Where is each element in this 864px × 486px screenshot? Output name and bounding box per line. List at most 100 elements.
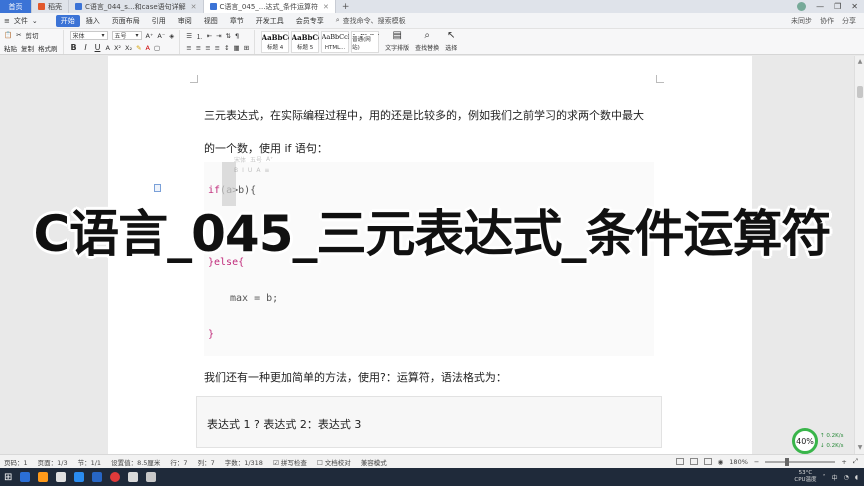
file-menu[interactable]: ≡ 文件 ⌄	[4, 16, 38, 26]
windows-start-icon[interactable]: ⊞	[4, 472, 12, 483]
volume-icon[interactable]: ◖	[855, 474, 858, 481]
share-button[interactable]: 分享	[842, 16, 856, 26]
font-name-select[interactable]: 宋体 ▾	[69, 31, 108, 40]
menu-item-member[interactable]: 会员专享	[290, 16, 330, 26]
underline-icon[interactable]: U	[94, 43, 102, 52]
cut-button[interactable]: 剪切	[26, 30, 39, 40]
align-icon[interactable]: ≡	[264, 167, 269, 174]
app-icon[interactable]	[146, 472, 157, 482]
highlight-icon[interactable]: ✎	[136, 44, 141, 52]
numbered-list-icon[interactable]: ⒈	[196, 31, 203, 41]
copy-button[interactable]: 复制	[21, 43, 34, 53]
avatar[interactable]	[797, 2, 807, 11]
underline-icon[interactable]: U	[248, 167, 252, 174]
zoom-slider[interactable]	[765, 457, 836, 466]
increase-indent-icon[interactable]: ⇥	[216, 32, 221, 40]
outline-view-icon[interactable]	[689, 458, 698, 465]
font-color-icon[interactable]: A	[256, 167, 260, 174]
style-heading4[interactable]: AaBbCcDc 标题 4	[261, 30, 290, 53]
menu-item-insert[interactable]: 插入	[80, 16, 106, 26]
grow-font-icon[interactable]: A⁺	[146, 32, 154, 40]
eye-icon[interactable]: ◉	[718, 458, 724, 466]
app-icon[interactable]	[56, 472, 67, 482]
tab-doc-044[interactable]: C语言_044_s...和case语句详解 ✕	[69, 0, 204, 13]
font-color-icon[interactable]: A	[106, 44, 110, 52]
bold-icon[interactable]: B	[234, 167, 238, 174]
show-marks-icon[interactable]: ¶	[235, 32, 239, 40]
style-normal-web[interactable]: AaBbCcD 普通(网站)	[351, 30, 380, 53]
network-speed-widget[interactable]: 40% ↑ 0.2K/s ↓ 0.2K/s	[792, 428, 852, 454]
menu-item-view[interactable]: 视图	[198, 16, 224, 26]
style-html[interactable]: AaBbCcDc HTML...	[321, 30, 350, 53]
bold-icon[interactable]: B	[70, 43, 78, 52]
menu-item-developer[interactable]: 开发工具	[250, 16, 290, 26]
clear-format-icon[interactable]: ◈	[169, 32, 174, 40]
borders-icon[interactable]: ⊞	[244, 44, 249, 52]
restore-button[interactable]: ❐	[834, 2, 841, 11]
select-button[interactable]: ↖ 选择	[445, 31, 457, 53]
style-heading5[interactable]: AaBbCc 标题 5	[291, 30, 320, 53]
mini-font-size[interactable]: 五号	[250, 155, 262, 164]
network-icon[interactable]: ◔	[844, 474, 849, 481]
subscript-icon[interactable]: X₂	[125, 44, 132, 52]
app-icon[interactable]	[128, 472, 139, 482]
close-icon[interactable]: ✕	[323, 3, 329, 11]
italic-icon[interactable]: I	[242, 167, 244, 174]
floating-mini-toolbar[interactable]: 宋体 五号 A⁺ B I U A ≡	[234, 154, 384, 176]
font-size-select[interactable]: 五号 ▾	[111, 31, 142, 40]
grow-font-icon[interactable]: A⁺	[266, 156, 273, 163]
cpu-temp-widget[interactable]: 53°C CPU温度	[794, 470, 816, 484]
menu-item-start[interactable]: 开始	[55, 14, 80, 27]
text-color-icon[interactable]: A	[146, 44, 150, 52]
bullet-list-icon[interactable]: ☰	[186, 32, 192, 40]
minimize-button[interactable]: —	[816, 2, 824, 11]
align-right-icon[interactable]: ≡	[205, 44, 210, 52]
zoom-out-icon[interactable]: −	[754, 458, 759, 466]
shading-icon[interactable]: ▦	[234, 44, 240, 52]
menu-item-layout[interactable]: 页面布局	[106, 16, 146, 26]
tab-home[interactable]: 首页	[0, 0, 32, 13]
menu-item-chapter[interactable]: 章节	[224, 16, 250, 26]
web-view-icon[interactable]	[703, 458, 712, 465]
decrease-indent-icon[interactable]: ⇤	[207, 32, 212, 40]
zoom-knob[interactable]	[785, 457, 790, 466]
new-tab-button[interactable]: +	[336, 0, 356, 13]
chevron-up-icon[interactable]: ˄	[823, 474, 826, 481]
command-search[interactable]: ⌕ 查找命令、搜索模板	[330, 15, 412, 27]
align-center-icon[interactable]: ≡	[196, 44, 201, 52]
record-icon[interactable]	[110, 472, 121, 482]
menu-item-review[interactable]: 审阅	[172, 16, 198, 26]
tab-daoke[interactable]: 稻壳	[32, 0, 69, 13]
zoom-in-icon[interactable]: +	[841, 458, 846, 466]
app-icon[interactable]	[38, 472, 49, 482]
scroll-thumb[interactable]	[857, 86, 863, 98]
app-icon[interactable]	[20, 472, 31, 482]
shrink-font-icon[interactable]: A⁻	[157, 32, 165, 40]
line-spacing-icon[interactable]: ↕	[224, 44, 229, 52]
menu-item-references[interactable]: 引用	[146, 16, 172, 26]
collaborate-button[interactable]: 协作	[820, 16, 834, 26]
format-painter-button[interactable]: 格式刷	[38, 43, 58, 53]
paste-icon[interactable]: 📋	[4, 31, 12, 39]
italic-icon[interactable]: I	[82, 43, 90, 52]
wps-writer-icon[interactable]	[92, 472, 103, 482]
justify-icon[interactable]: ≡	[215, 44, 220, 52]
scroll-down-icon[interactable]: ▼	[856, 444, 864, 452]
mini-font-name[interactable]: 宋体	[234, 155, 246, 164]
zoom-value[interactable]: 180%	[729, 458, 748, 466]
superscript-icon[interactable]: X²	[114, 44, 121, 52]
sort-icon[interactable]: ⇅	[226, 32, 231, 40]
find-replace-button[interactable]: ⌕ 查找替换	[415, 31, 439, 53]
close-window-button[interactable]: ✕	[851, 2, 858, 11]
paste-button[interactable]: 粘贴	[4, 43, 17, 53]
app-icon[interactable]	[74, 472, 85, 482]
status-words[interactable]: 字数：1/318	[225, 457, 263, 467]
scroll-up-icon[interactable]: ▲	[856, 58, 864, 66]
close-icon[interactable]: ✕	[191, 3, 197, 11]
char-border-icon[interactable]: ▢	[154, 44, 160, 52]
page-view-icon[interactable]	[675, 458, 684, 465]
cut-icon[interactable]: ✂	[16, 31, 21, 39]
text-layout-button[interactable]: ▤ 文字排版	[385, 31, 409, 53]
fullscreen-icon[interactable]: ⤢	[853, 457, 858, 466]
ime-indicator[interactable]: 中	[832, 473, 838, 482]
